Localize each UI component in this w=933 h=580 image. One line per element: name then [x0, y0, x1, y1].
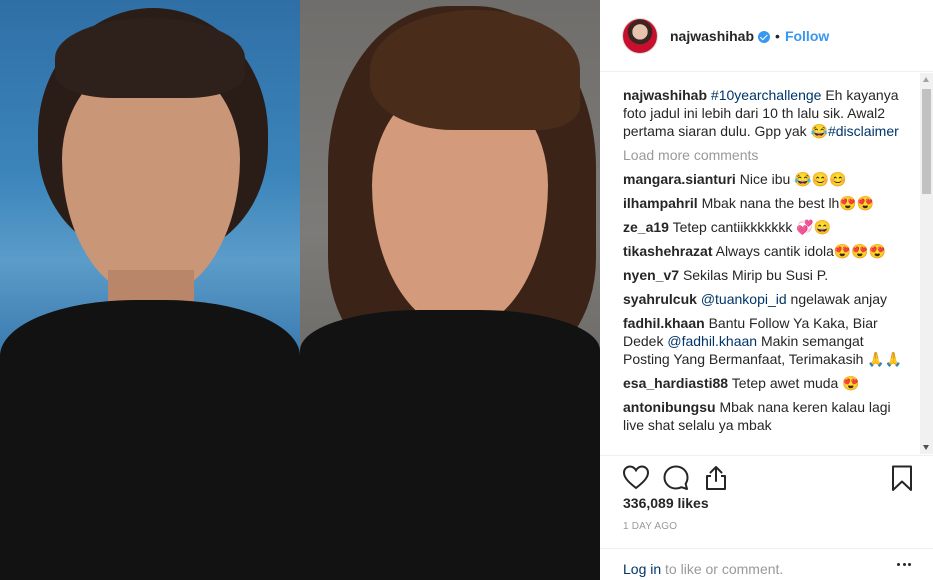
comments-list[interactable]: najwashihab #10yearchallenge Eh kayanya …	[600, 73, 933, 454]
comment-mention[interactable]: @tuankopi_id	[701, 291, 787, 307]
photo-right-panel	[300, 0, 600, 580]
photo-left-panel	[0, 0, 300, 580]
comment-username[interactable]: ze_a19	[623, 219, 669, 235]
share-icon[interactable]	[702, 464, 730, 492]
comment-text: Mbak nana the best lh😍😍	[701, 195, 875, 211]
login-prompt-text: to like or comment.	[665, 561, 784, 577]
comment-username[interactable]: tikashehrazat	[623, 243, 712, 259]
heart-icon[interactable]	[622, 464, 650, 492]
comment-username[interactable]: esa_hardiasti88	[623, 375, 728, 391]
comment-item: nyen_v7 Sekilas Mirip bu Susi P.	[623, 266, 913, 284]
comment-item: syahrulcuk @tuankopi_id ngelawak anjay	[623, 290, 913, 308]
comment-item: ze_a19 Tetep cantiikkkkkkk 💞😄	[623, 218, 913, 236]
comment-text: Nice ibu 😂😊😊	[739, 171, 847, 187]
caption: najwashihab #10yearchallenge Eh kayanya …	[623, 86, 913, 140]
comment-bubble-icon[interactable]	[662, 464, 690, 492]
scrollbar-thumb[interactable]	[922, 89, 931, 194]
comment-mention[interactable]: @fadhil.khaan	[667, 333, 757, 349]
comment-item: mangara.sianturi Nice ibu 😂😊😊	[623, 170, 913, 188]
comment-text: Sekilas Mirip bu Susi P.	[682, 267, 829, 283]
comment-text: Tetep awet muda 😍	[731, 375, 860, 391]
verified-badge-icon	[758, 30, 771, 43]
action-bar	[600, 455, 933, 491]
post-username[interactable]: najwashihab	[670, 28, 754, 44]
comment-text: Tetep cantiikkkkkkk 💞😄	[672, 219, 832, 235]
comment-text: Always cantik idola😍😍😍	[715, 243, 887, 259]
post-header: najwashihab • Follow	[600, 0, 933, 72]
login-link[interactable]: Log in	[623, 561, 661, 577]
login-prompt: Log in to like or comment.	[600, 548, 933, 580]
avatar[interactable]	[622, 17, 658, 54]
comment-username[interactable]: antonibungsu	[623, 399, 716, 415]
post-sidebar: najwashihab • Follow najwashihab #10year…	[600, 0, 933, 580]
post-timestamp[interactable]: 1 DAY AGO	[623, 521, 677, 532]
comment-item: fadhil.khaan Bantu Follow Ya Kaka, Biar …	[623, 314, 913, 368]
comment-item: antonibungsu Mbak nana keren kalau lagi …	[623, 398, 913, 434]
comment-text: ngelawak anjay	[790, 291, 888, 307]
comment-username[interactable]: fadhil.khaan	[623, 315, 705, 331]
comment-username[interactable]: nyen_v7	[623, 267, 679, 283]
comment-username[interactable]: syahrulcuk	[623, 291, 697, 307]
caption-username[interactable]: najwashihab	[623, 87, 707, 103]
comment-item: esa_hardiasti88 Tetep awet muda 😍	[623, 374, 913, 392]
comment-item: tikashehrazat Always cantik idola😍😍😍	[623, 242, 913, 260]
scroll-down-arrow-icon[interactable]	[923, 445, 929, 450]
scroll-up-arrow-icon[interactable]	[923, 77, 929, 82]
comment-username[interactable]: ilhampahril	[623, 195, 698, 211]
comment-text-continued: Makin semangat Posting Yang Bermanfaat, …	[623, 333, 903, 367]
comment-item: ilhampahril Mbak nana the best lh😍😍	[623, 194, 913, 212]
follow-button[interactable]: Follow	[785, 28, 829, 44]
caption-hashtag[interactable]: #10yearchallenge	[711, 87, 822, 103]
comments-scrollbar[interactable]	[920, 73, 933, 454]
caption-hashtag-2[interactable]: #disclaimer	[828, 123, 899, 139]
load-more-comments-button[interactable]: Load more comments	[623, 146, 913, 164]
separator-dot: •	[775, 27, 780, 44]
likes-count[interactable]: 336,089 likes	[623, 495, 709, 511]
comment-username[interactable]: mangara.sianturi	[623, 171, 736, 187]
bookmark-icon[interactable]	[888, 464, 916, 492]
post-image[interactable]	[0, 0, 600, 580]
more-options-icon[interactable]	[897, 563, 911, 567]
